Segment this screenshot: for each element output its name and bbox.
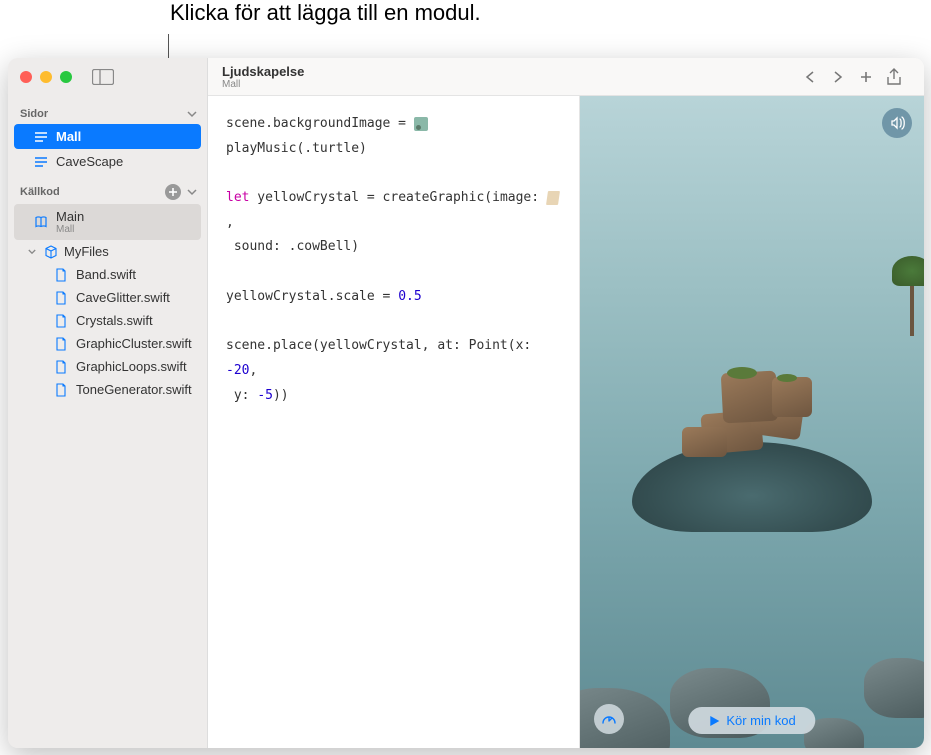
code-text: )) bbox=[273, 388, 289, 403]
sidebar: Sidor Mall CaveScape Källkod bbox=[8, 58, 208, 748]
module-item-main[interactable]: Main Mall bbox=[14, 204, 201, 240]
chevron-down-icon[interactable] bbox=[187, 189, 197, 196]
image-literal-icon bbox=[546, 191, 560, 205]
page-icon bbox=[34, 130, 48, 144]
swift-file-icon bbox=[54, 314, 68, 328]
app-window: Sidor Mall CaveScape Källkod bbox=[8, 58, 924, 748]
close-icon[interactable] bbox=[20, 71, 32, 83]
run-code-button[interactable]: Kör min kod bbox=[688, 707, 815, 734]
file-item[interactable]: GraphicCluster.swift bbox=[8, 332, 207, 355]
run-label: Kör min kod bbox=[726, 713, 795, 728]
folder-label: MyFiles bbox=[64, 244, 109, 259]
speed-button[interactable] bbox=[594, 704, 624, 734]
file-label: GraphicCluster.swift bbox=[76, 336, 192, 351]
swift-file-icon bbox=[54, 360, 68, 374]
number-literal: 0.5 bbox=[398, 289, 421, 304]
chevron-down-icon[interactable] bbox=[187, 111, 197, 118]
code-text: yellowCrystal.scale = bbox=[226, 289, 398, 304]
maximize-icon[interactable] bbox=[60, 71, 72, 83]
module-sub: Mall bbox=[56, 224, 84, 235]
code-text: sound: .cowBell) bbox=[226, 239, 359, 254]
file-label: GraphicLoops.swift bbox=[76, 359, 187, 374]
scene-illustration bbox=[580, 96, 924, 748]
code-text: scene.backgroundImage = bbox=[226, 116, 414, 131]
page-item-mall[interactable]: Mall bbox=[14, 124, 201, 149]
window-controls bbox=[20, 71, 72, 83]
section-pages-label: Sidor bbox=[20, 108, 48, 120]
module-label: Main bbox=[56, 209, 84, 224]
sound-button[interactable] bbox=[882, 108, 912, 138]
code-text: yellowCrystal = createGraphic(image: bbox=[249, 190, 546, 205]
file-item[interactable]: GraphicLoops.swift bbox=[8, 355, 207, 378]
callout-text: Klicka för att lägga till en modul. bbox=[170, 0, 481, 26]
add-module-button[interactable] bbox=[165, 184, 181, 200]
cube-icon bbox=[44, 245, 58, 259]
page-label: Mall bbox=[56, 129, 81, 144]
number-literal: -5 bbox=[257, 388, 273, 403]
swift-file-icon bbox=[54, 337, 68, 351]
file-item[interactable]: ToneGenerator.swift bbox=[8, 378, 207, 401]
code-text: , bbox=[249, 363, 257, 378]
sidebar-toggle-icon[interactable] bbox=[92, 69, 114, 85]
file-item[interactable]: CaveGlitter.swift bbox=[8, 286, 207, 309]
main-area: Ljudskapelse Mall scene.backgroundImage … bbox=[208, 58, 924, 748]
file-label: Crystals.swift bbox=[76, 313, 153, 328]
code-text: playMusic(.turtle) bbox=[226, 141, 367, 156]
code-editor[interactable]: scene.backgroundImage = playMusic(.turtl… bbox=[208, 96, 580, 748]
code-text: y: bbox=[226, 388, 257, 403]
number-literal: -20 bbox=[226, 363, 249, 378]
folder-item-myfiles[interactable]: MyFiles bbox=[8, 240, 207, 263]
book-icon bbox=[34, 215, 48, 229]
minimize-icon[interactable] bbox=[40, 71, 52, 83]
split-view: scene.backgroundImage = playMusic(.turtl… bbox=[208, 96, 924, 748]
swift-file-icon bbox=[54, 268, 68, 282]
page-label: CaveScape bbox=[56, 154, 123, 169]
swift-file-icon bbox=[54, 383, 68, 397]
code-text: , bbox=[226, 215, 234, 230]
code-text: scene.place(yellowCrystal, at: Point(x: bbox=[226, 338, 539, 353]
chevron-down-icon[interactable] bbox=[28, 249, 38, 255]
section-source-label: Källkod bbox=[20, 186, 60, 198]
file-item[interactable]: Crystals.swift bbox=[8, 309, 207, 332]
image-literal-icon bbox=[414, 117, 428, 131]
file-label: CaveGlitter.swift bbox=[76, 290, 170, 305]
file-label: ToneGenerator.swift bbox=[76, 382, 192, 397]
keyword: let bbox=[226, 190, 249, 205]
module-main-text: Main Mall bbox=[56, 209, 84, 235]
preview-pane: Kör min kod bbox=[580, 96, 924, 748]
titlebar bbox=[8, 58, 924, 96]
file-label: Band.swift bbox=[76, 267, 136, 282]
page-item-cavescape[interactable]: CaveScape bbox=[8, 149, 207, 174]
section-source-header[interactable]: Källkod bbox=[8, 180, 207, 204]
page-icon bbox=[34, 155, 48, 169]
file-item[interactable]: Band.swift bbox=[8, 263, 207, 286]
swift-file-icon bbox=[54, 291, 68, 305]
section-pages-header[interactable]: Sidor bbox=[8, 104, 207, 124]
